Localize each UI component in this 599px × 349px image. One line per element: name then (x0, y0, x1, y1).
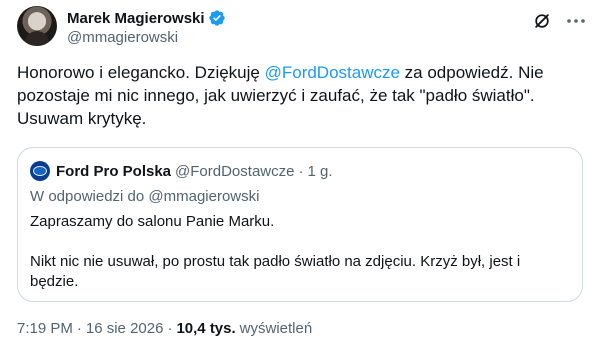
quoted-timestamp[interactable]: 1 g. (307, 163, 332, 180)
tweet-text: Honorowo i elegancko. Dziękuję @FordDost… (17, 61, 587, 130)
views-label: wyświetleń (239, 320, 313, 337)
tweet-text-start: Honorowo i elegancko. Dziękuję (17, 63, 265, 82)
meta-separator-2: · (167, 320, 173, 337)
quoted-separator: · (298, 162, 304, 180)
grok-icon[interactable] (531, 10, 553, 32)
author-name-row: Marek Magierowski (67, 8, 226, 28)
tweet-date[interactable]: 16 sie 2026 (86, 320, 164, 337)
quoted-reply-context: W odpowiedzi do @mmagierowski (30, 188, 260, 205)
verified-badge-icon (208, 9, 226, 27)
quoted-body: Zapraszamy do salonu Panie Marku. Nikt n… (30, 212, 570, 292)
author-display-name[interactable]: Marek Magierowski (67, 10, 205, 27)
ford-oval-icon (33, 166, 47, 176)
meta-separator: · (76, 320, 82, 337)
quoted-paragraph-2: Nikt nic nie usuwał, po prostu tak padło… (30, 253, 521, 290)
tweet-meta: 7:19 PM · 16 sie 2026 · 10,4 tys. wyświe… (17, 320, 312, 337)
quoted-paragraph-1: Zapraszamy do salonu Panie Marku. (30, 213, 275, 230)
views-count: 10,4 tys. (176, 320, 236, 337)
author-handle[interactable]: @mmagierowski (67, 29, 226, 46)
tweet-mention-link[interactable]: @FordDostawcze (265, 63, 400, 82)
quoted-display-name[interactable]: Ford Pro Polska (56, 163, 171, 180)
more-icon[interactable] (565, 10, 587, 32)
ford-logo-avatar[interactable] (30, 161, 50, 181)
author-names: Marek Magierowski @mmagierowski (67, 8, 226, 46)
quoted-tweet[interactable]: Ford Pro Polska @FordDostawcze · 1 g. W … (17, 147, 583, 302)
tweet-header: Marek Magierowski @mmagierowski (17, 6, 587, 50)
author-avatar[interactable] (17, 6, 57, 46)
quoted-handle[interactable]: @FordDostawcze (175, 163, 294, 180)
quoted-tweet-header: Ford Pro Polska @FordDostawcze · 1 g. (30, 160, 333, 182)
tweet-time[interactable]: 7:19 PM (17, 320, 73, 337)
